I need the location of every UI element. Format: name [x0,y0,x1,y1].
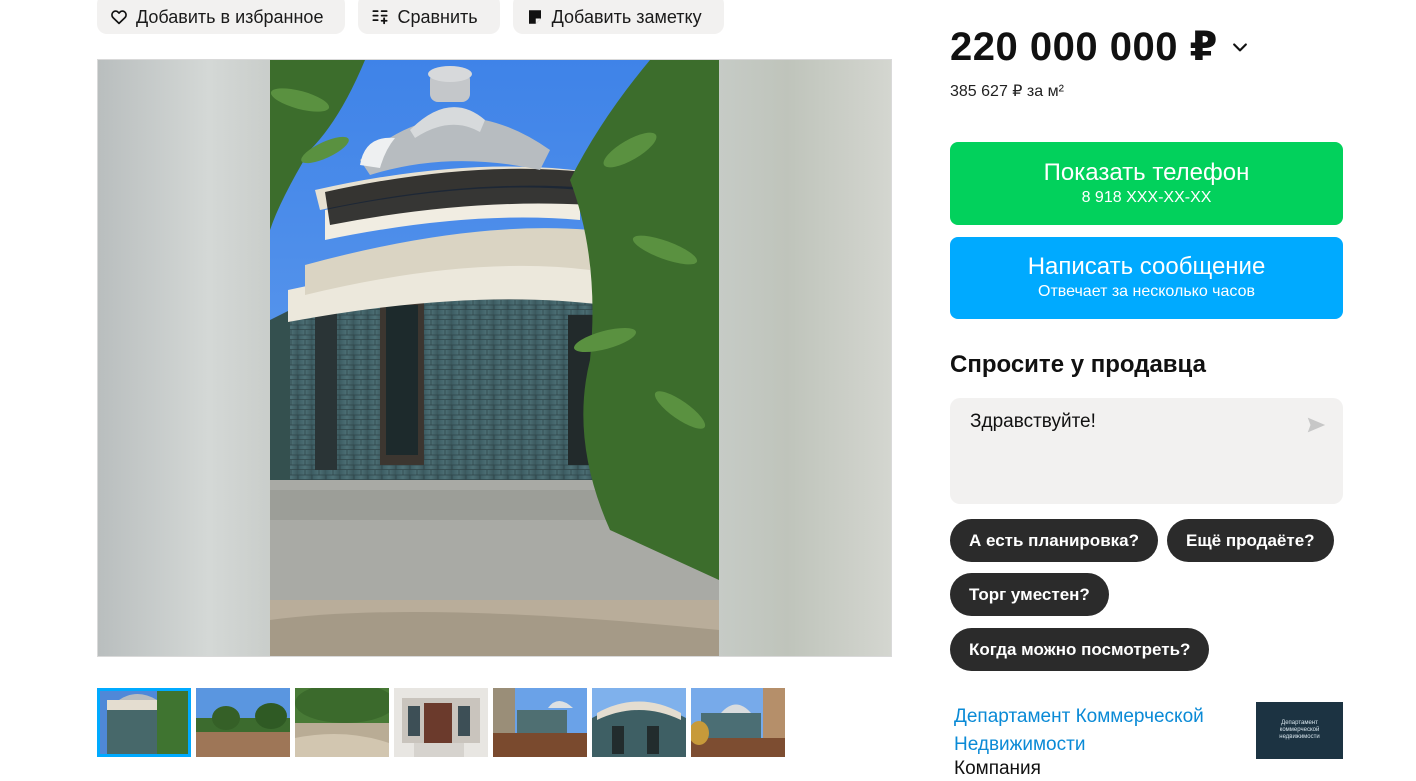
ask-seller-title: Спросите у продавца [950,351,1206,378]
response-time: Отвечает за несколько часов [1038,283,1255,300]
add-note-label: Добавить заметку [551,6,702,27]
quick-question-chip[interactable]: Когда можно посмотреть? [950,628,1210,671]
seller-type: Компания [954,758,1041,779]
seller-logo[interactable]: Департамент коммерческой недвижимости [1256,702,1343,759]
main-photo-gallery[interactable] [97,59,892,657]
add-to-favorites-label: Добавить в избранное [136,6,324,27]
price-row: 220 000 000 ₽ [950,24,1250,70]
chevron-down-icon[interactable] [1230,33,1250,62]
write-message-button[interactable]: Написать сообщение Отвечает за несколько… [950,237,1343,319]
thumbnail-5[interactable] [493,688,587,757]
thumbnail-1[interactable] [97,688,191,757]
ask-message-text: Здравствуйте! [970,411,1096,432]
photo-blur-right [718,60,891,656]
add-note-button[interactable]: Добавить заметку [512,0,724,34]
price: 220 000 000 ₽ [950,25,1218,69]
quick-question-chip[interactable]: Торг уместен? [950,573,1109,616]
heart-icon [110,8,128,26]
compare-label: Сравнить [397,6,478,27]
quick-question-chip[interactable]: А есть планировка? [950,519,1158,562]
phone-masked: 8 918 XXX-XX-XX [1081,188,1212,206]
main-photo [270,60,719,656]
thumbnail-6[interactable] [592,688,686,757]
thumbnail-7[interactable] [691,688,785,757]
ask-seller-message-input[interactable]: Здравствуйте! [950,398,1343,504]
seller-name-link[interactable]: Департамент Коммерческой Недвижимости [954,703,1244,759]
show-phone-button[interactable]: Показать телефон 8 918 XXX-XX-XX [950,142,1343,225]
compare-button[interactable]: Сравнить [358,0,500,34]
show-phone-label: Показать телефон [1043,158,1250,186]
compare-icon [371,8,389,26]
quick-question-chip[interactable]: Ещё продаёте? [1167,519,1334,562]
seller-logo-text: Департамент коммерческой недвижимости [1279,720,1320,740]
note-icon [526,8,544,26]
thumbnail-3[interactable] [295,688,389,757]
write-message-label: Написать сообщение [1027,253,1266,280]
price-per-m2: 385 627 ₽ за м² [950,83,1064,100]
thumbnail-4[interactable] [394,688,488,757]
thumbnail-strip [97,688,785,757]
add-to-favorites-button[interactable]: Добавить в избранное [97,0,346,34]
top-actions: Добавить в избранное Сравнить Добавить з… [97,0,724,34]
thumbnail-2[interactable] [196,688,290,757]
